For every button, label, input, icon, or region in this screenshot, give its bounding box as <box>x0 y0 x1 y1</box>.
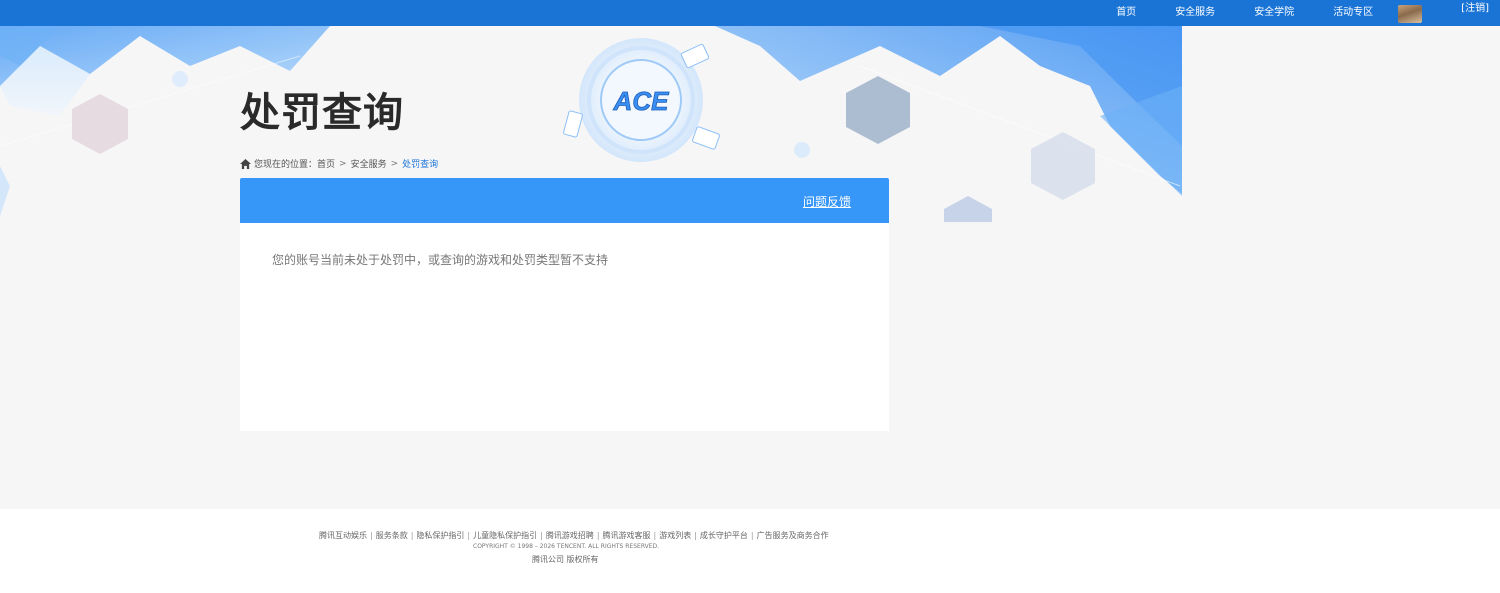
result-message: 您的账号当前未处于处罚中，或查询的游戏和处罚类型暂不支持 <box>272 253 609 267</box>
footer-link[interactable]: 儿童隐私保护指引 <box>473 531 537 540</box>
copyright: COPYRIGHT © 1998 – 2026 TENCENT. ALL RIG… <box>473 543 660 550</box>
breadcrumb-home[interactable]: 首页 <box>317 157 335 170</box>
company-notice: 腾讯公司 版权所有 <box>532 555 599 564</box>
nav-events[interactable]: 活动专区 <box>1333 0 1373 26</box>
top-nav: 首页 安全服务 安全学院 活动专区 [注销] <box>1116 0 1500 26</box>
footer-link[interactable]: 服务条款 <box>376 531 408 540</box>
breadcrumb-security-service[interactable]: 安全服务 <box>351 157 387 170</box>
top-nav-bar: 首页 安全服务 安全学院 活动专区 [注销] <box>0 0 1500 26</box>
breadcrumb-separator: > <box>339 158 347 169</box>
panel-body: 您的账号当前未处于处罚中，或查询的游戏和处罚类型暂不支持 <box>240 223 889 268</box>
footer-links: 腾讯互动娱乐 | 服务条款 | 隐私保护指引 | 儿童隐私保护指引 | 腾讯游戏招聘 | 腾讯游戏客… <box>319 531 829 540</box>
page-title: 处罚查询 <box>240 90 404 136</box>
panel-header: 问题反馈 <box>240 178 889 223</box>
footer-link[interactable]: 广告服务及商务合作 <box>757 531 829 540</box>
footer-link[interactable]: 成长守护平台 <box>700 531 748 540</box>
breadcrumb: 您现在的位置： 首页 > 安全服务 > 处罚查询 <box>240 157 438 170</box>
logout-link[interactable]: [注销] <box>1461 0 1489 22</box>
feedback-link[interactable]: 问题反馈 <box>803 193 851 210</box>
nav-security-academy[interactable]: 安全学院 <box>1254 0 1294 26</box>
breadcrumb-current: 处罚查询 <box>402 160 439 170</box>
footer-link[interactable]: 隐私保护指引 <box>416 531 464 540</box>
ace-logo: ACE <box>612 86 670 116</box>
breadcrumb-prefix: 您现在的位置： <box>254 160 318 170</box>
footer-link[interactable]: 腾讯互动娱乐 <box>319 531 367 540</box>
footer-link[interactable]: 腾讯游戏招聘 <box>546 531 594 540</box>
result-panel: 问题反馈 您的账号当前未处于处罚中，或查询的游戏和处罚类型暂不支持 <box>240 178 889 431</box>
home-icon <box>240 158 251 169</box>
footer-link[interactable]: 游戏列表 <box>659 531 691 540</box>
avatar[interactable] <box>1398 5 1423 23</box>
breadcrumb-separator: > <box>390 158 399 169</box>
footer: 腾讯互动娱乐 | 服务条款 | 隐私保护指引 | 儿童隐私保护指引 | 腾讯游戏招聘 | 腾讯游戏客… <box>0 509 1500 593</box>
nav-security-service[interactable]: 安全服务 <box>1175 0 1215 26</box>
footer-link[interactable]: 腾讯游戏客服 <box>603 531 651 540</box>
main-area: ACE 处罚查询 您现在的位置： 首页 > 安全服务 > 处罚查询 问题反馈 您… <box>0 26 1500 509</box>
ace-logo-text: ACE <box>613 86 670 116</box>
nav-home[interactable]: 首页 <box>1116 0 1136 26</box>
